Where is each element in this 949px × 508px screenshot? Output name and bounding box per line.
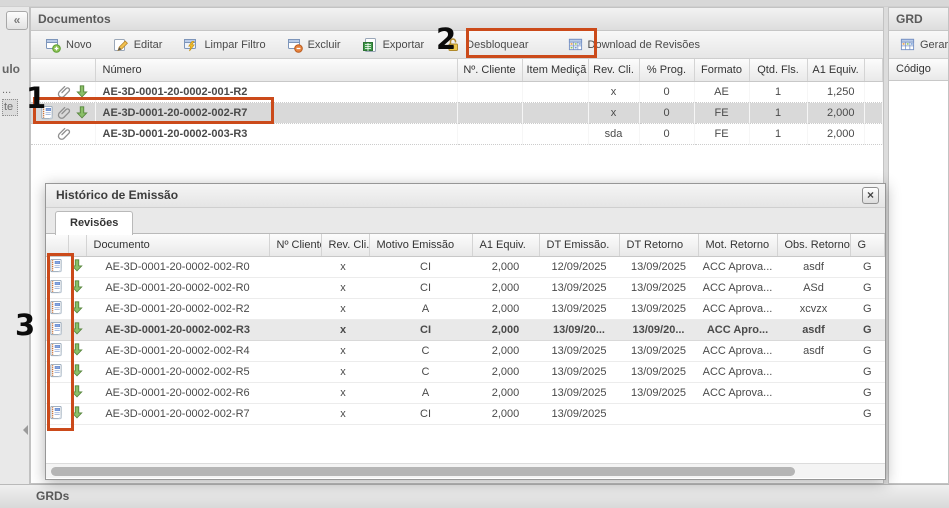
excluir-button[interactable]: Excluir [281,34,347,56]
column-header-n-cliente[interactable]: Nº Cliente [269,234,321,256]
documentos-panel-title: Documentos [31,8,883,31]
exportar-button-label: Exportar [383,39,425,51]
column-header-grd[interactable]: G [850,234,885,256]
document-row[interactable]: AE-3D-0001-20-0002-003-R3 sda 0 FE 1 2,0… [31,123,883,144]
paperclip-icon [56,126,74,142]
new-window-icon [45,37,61,53]
sidebar-collapse-button[interactable]: « [6,11,28,30]
editar-button-label: Editar [134,39,163,51]
gerar-grd-button[interactable]: Gerar G [894,34,948,55]
horizontal-scrollbar[interactable] [46,463,885,478]
sidebar: « ulo ... te [0,7,30,484]
column-header-mot-retorno[interactable]: Mot. Retorno [698,234,777,256]
revisoes-grid: Documento Nº Cliente Rev. Cli. Motivo Em… [46,234,885,425]
editar-button[interactable]: Editar [107,34,169,56]
annotation-number-3: 3 [15,311,35,340]
table-grid-icon [900,37,915,52]
column-header-motivo-emissao[interactable]: Motivo Emissão [369,234,472,256]
column-header-qtd-fls[interactable]: Qtd. Fls. [749,59,807,81]
column-header-rev-cli[interactable]: Rev. Cli. [321,234,369,256]
sidebar-header-fragment: ulo [2,62,20,76]
excel-export-icon [362,37,378,53]
limpar-filtro-button-label: Limpar Filtro [204,39,265,51]
revision-row[interactable]: AE-3D-0001-20-0002-002-R7 x CI 2,000 13/… [46,403,885,424]
download-revisoes-button-label: Download de Revisões [588,39,701,51]
annotation-box-1 [33,97,274,124]
grd-panel-title: GRD [889,8,948,31]
clear-filter-icon [183,37,199,53]
dialog-tabstrip: Revisões [46,208,885,234]
annotation-number-2: 2 [436,25,456,54]
column-header-item-medicao[interactable]: Item Mediçã [522,59,588,81]
column-header-icons[interactable] [31,59,95,81]
close-icon: × [867,188,874,202]
column-header-prog[interactable]: % Prog. [639,59,694,81]
dialog-titlebar[interactable]: Histórico de Emissão × [46,184,885,208]
novo-button-label: Novo [66,39,92,51]
revision-row[interactable]: AE-3D-0001-20-0002-002-R5 x C 2,000 13/0… [46,361,885,382]
column-header-dt-retorno[interactable]: DT Retorno [619,234,698,256]
column-header-filler [864,59,883,81]
column-header-rev-cli[interactable]: Rev. Cli. [588,59,639,81]
revision-row[interactable]: AE-3D-0001-20-0002-002-R6 x A 2,000 13/0… [46,382,885,403]
exportar-button[interactable]: Exportar [356,34,431,56]
scrollbar-thumb[interactable] [51,467,795,476]
column-header-numero[interactable]: Número [95,59,457,81]
sidebar-selected-item-fragment[interactable]: te [2,99,18,116]
sidebar-item-fragment[interactable]: ... [2,84,11,96]
column-header-formato[interactable]: Formato [694,59,749,81]
splitter-collapse-arrow-icon[interactable] [23,425,28,435]
column-header-obs-retorno[interactable]: Obs. Retorno [777,234,850,256]
novo-button[interactable]: Novo [39,34,98,56]
delete-window-icon [287,37,303,53]
documentos-grid-header-row: Número Nº. Cliente Item Mediçã Rev. Cli.… [31,59,883,81]
grd-panel: GRD Gerar G Código [888,7,949,484]
annotation-number-1: 1 [26,84,46,113]
dialog-title: Histórico de Emissão [56,188,178,202]
column-header-n-cliente[interactable]: Nº. Cliente [457,59,522,81]
dialog-close-button[interactable]: × [862,187,879,204]
grds-panel-header[interactable]: GRDs [0,484,949,508]
revision-row[interactable]: AE-3D-0001-20-0002-002-R2 x A 2,000 13/0… [46,298,885,319]
top-strip [0,0,949,7]
documentos-toolbar: Novo Editar Limpar Filtro Excluir Export… [31,31,883,59]
revision-row[interactable]: AE-3D-0001-20-0002-002-R3 x CI 2,000 13/… [46,319,885,340]
grid-empty-space [46,425,885,463]
column-header-a1-equiv[interactable]: A1 Equiv. [472,234,539,256]
revision-row[interactable]: AE-3D-0001-20-0002-002-R4 x C 2,000 13/0… [46,340,885,361]
revision-row[interactable]: AE-3D-0001-20-0002-002-R0 x CI 2,000 13/… [46,277,885,298]
chevron-left-icon: « [14,13,21,27]
column-header-codigo[interactable]: Código [889,59,948,81]
revision-row[interactable]: AE-3D-0001-20-0002-002-R0 x CI 2,000 12/… [46,256,885,277]
excluir-button-label: Excluir [308,39,341,51]
column-header-documento[interactable]: Documento [86,234,269,256]
column-header-dt-emissao[interactable]: DT Emissão. [539,234,619,256]
tab-revisoes[interactable]: Revisões [55,211,133,235]
annotation-box-2 [466,28,597,58]
revisoes-grid-header-row: Documento Nº Cliente Rev. Cli. Motivo Em… [46,234,885,256]
column-header-a1-equiv[interactable]: A1 Equiv. [807,59,864,81]
gerar-grd-button-label: Gerar G [920,39,948,51]
limpar-filtro-button[interactable]: Limpar Filtro [177,34,271,56]
historico-emissao-dialog: Histórico de Emissão × Revisões Document… [45,183,886,480]
grd-toolbar: Gerar G [889,31,948,59]
edit-pencil-icon [113,37,129,53]
annotation-box-3 [47,253,74,431]
